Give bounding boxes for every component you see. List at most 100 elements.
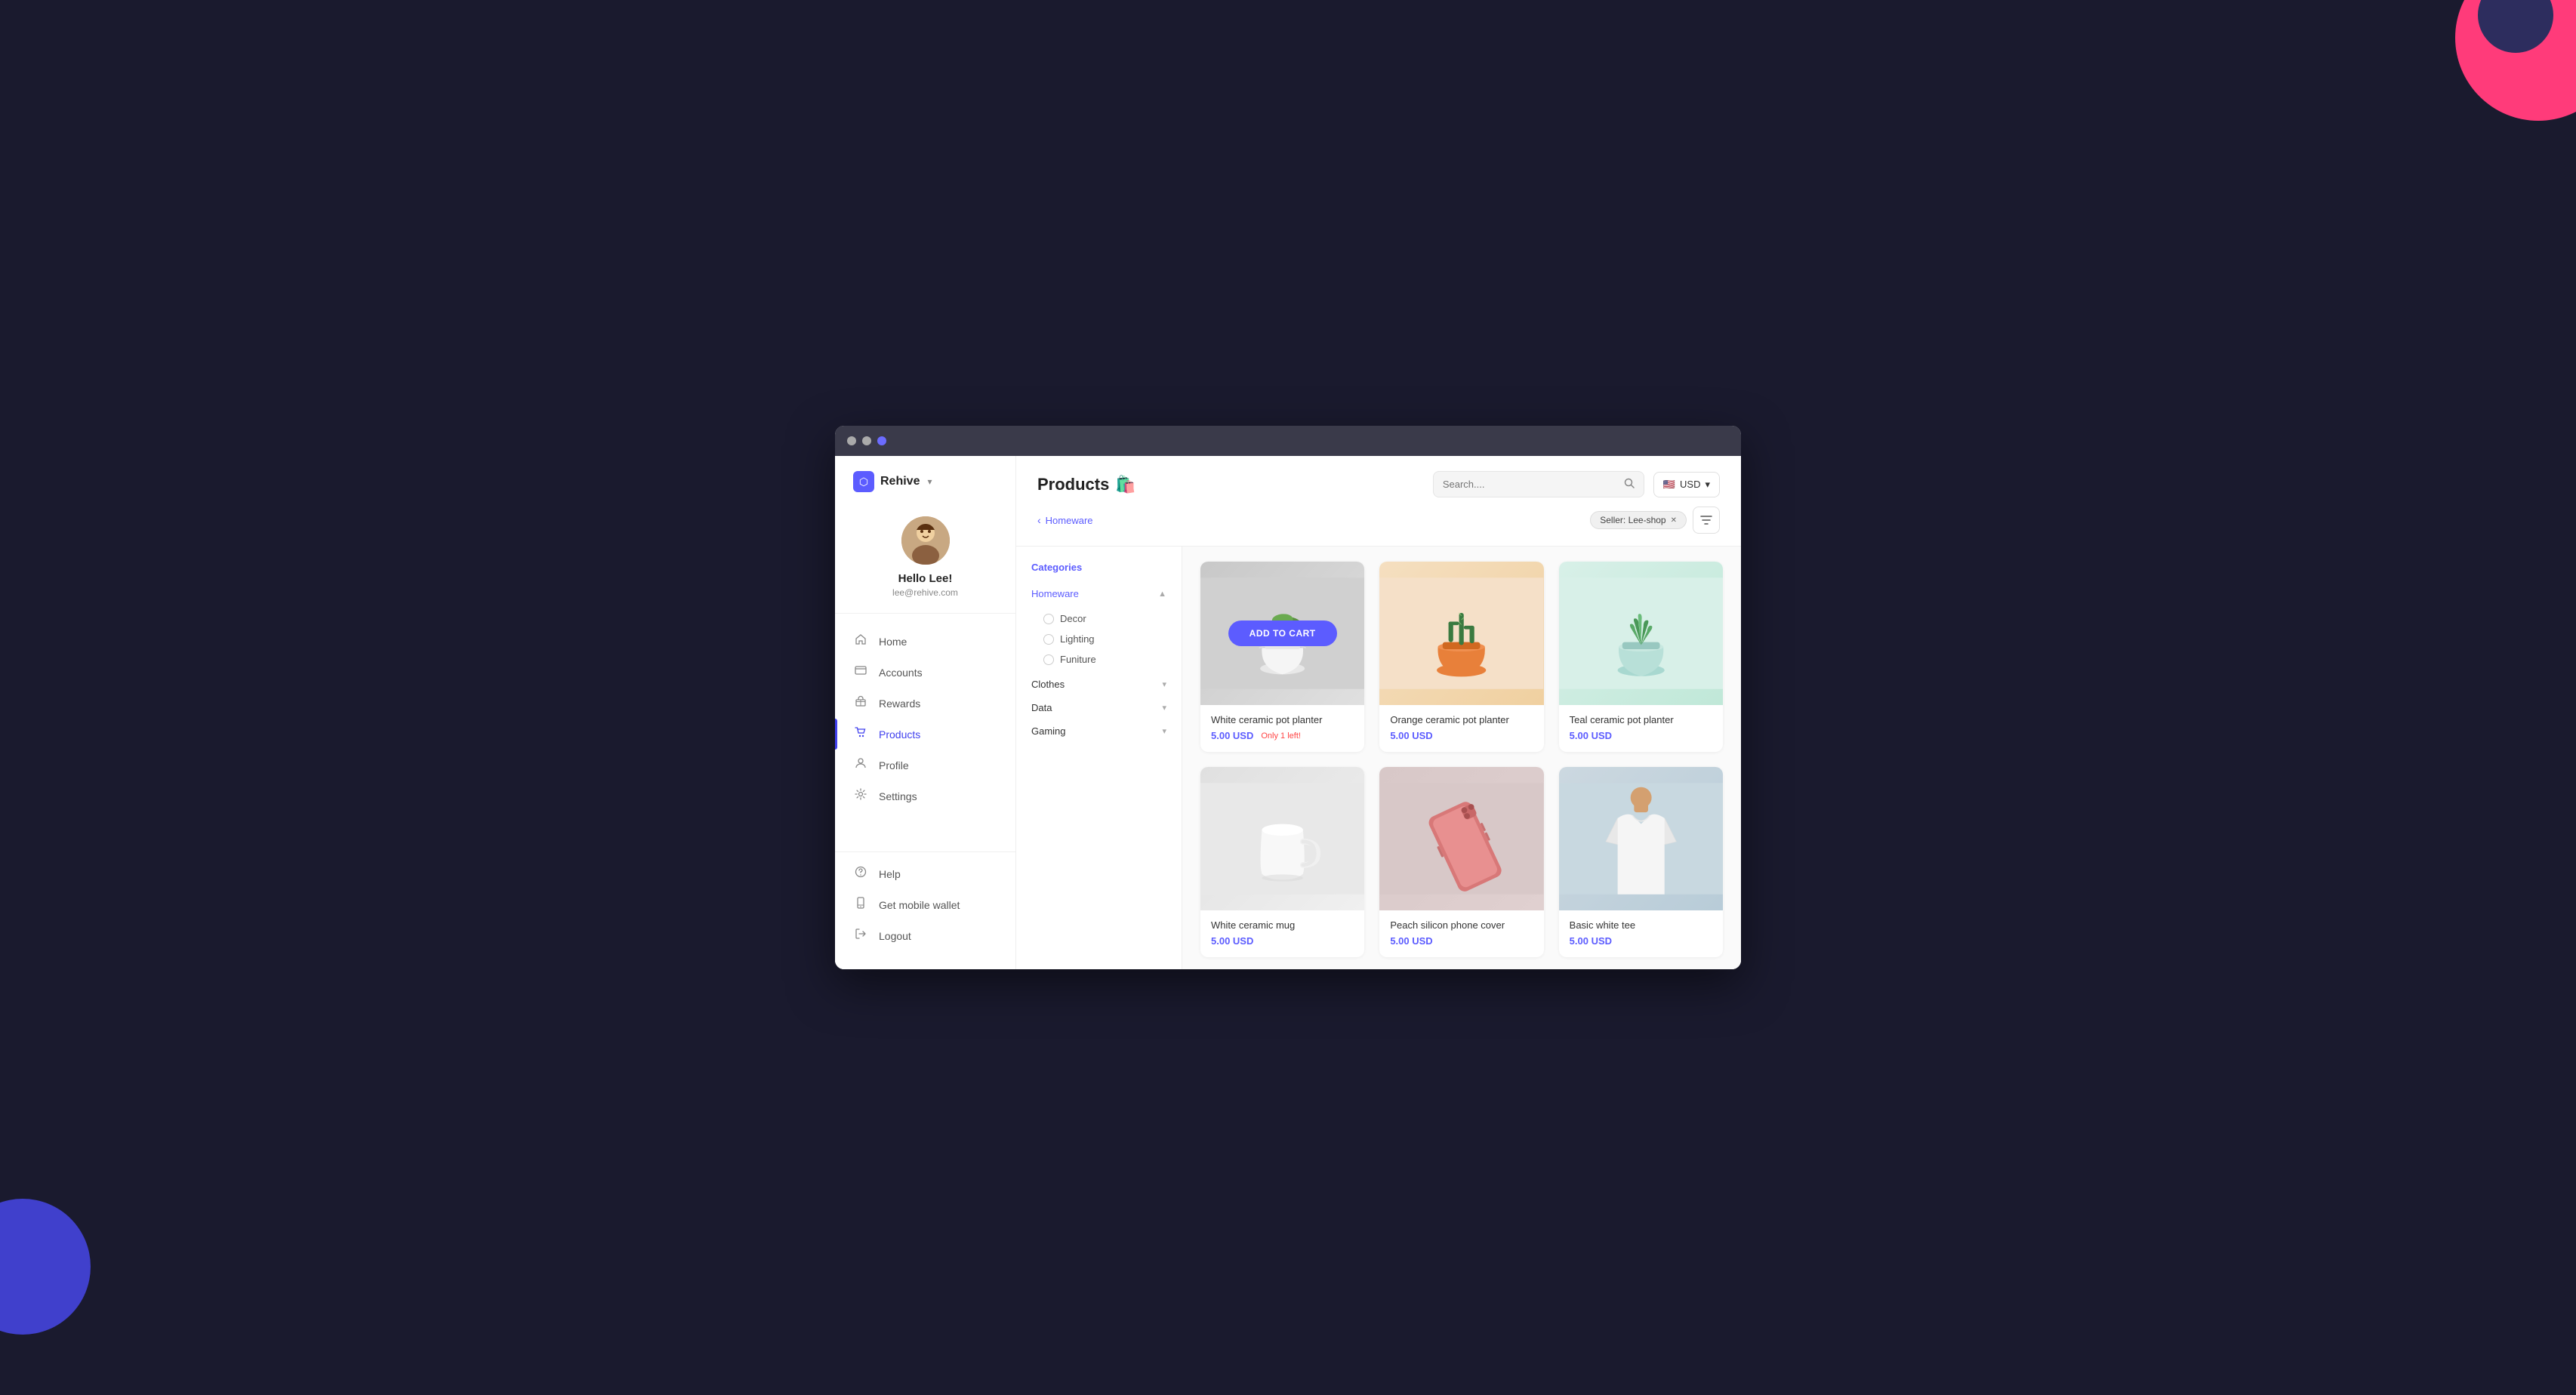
breadcrumb-homeware-link[interactable]: Homeware xyxy=(1046,515,1093,526)
mobile-wallet-icon xyxy=(853,897,868,913)
subcategory-lighting[interactable]: Lighting xyxy=(1016,629,1182,649)
product-name-white-mug: White ceramic mug xyxy=(1211,919,1354,931)
category-gaming-chevron-icon: ▾ xyxy=(1162,726,1166,736)
product-price-white-tee: 5.00 USD xyxy=(1570,935,1712,947)
product-name-white-pot: White ceramic pot planter xyxy=(1211,714,1354,725)
decorative-circle-blue xyxy=(0,1199,91,1335)
product-card-white-tee[interactable]: Basic white tee 5.00 USD xyxy=(1559,767,1723,957)
product-info-white-tee: Basic white tee 5.00 USD xyxy=(1559,910,1723,957)
currency-chevron-icon: ▾ xyxy=(1705,479,1710,491)
sidebar-item-products[interactable]: Products xyxy=(835,719,1015,750)
seller-filter-badge: Seller: Lee-shop ✕ xyxy=(1590,511,1687,529)
search-icon xyxy=(1624,478,1635,491)
search-input[interactable] xyxy=(1443,479,1618,490)
help-icon xyxy=(853,866,868,882)
sidebar-item-home[interactable]: Home xyxy=(835,626,1015,657)
radio-lighting[interactable] xyxy=(1043,634,1054,645)
category-clothes-label: Clothes xyxy=(1031,679,1065,690)
avatar xyxy=(901,516,950,565)
radio-funiture[interactable] xyxy=(1043,654,1054,665)
seller-badge-remove-button[interactable]: ✕ xyxy=(1671,516,1677,525)
orange-pot-image xyxy=(1379,562,1543,705)
sidebar-item-accounts[interactable]: Accounts xyxy=(835,657,1015,688)
product-stock-white-pot: Only 1 left! xyxy=(1261,731,1301,741)
sidebar-item-logout[interactable]: Logout xyxy=(835,920,1015,951)
subcategory-list-homeware: Decor Lighting Funiture xyxy=(1016,605,1182,673)
decorative-circle-pink xyxy=(2455,0,2576,121)
category-clothes-chevron-icon: ▾ xyxy=(1162,679,1166,689)
rewards-icon xyxy=(853,695,868,711)
category-clothes[interactable]: Clothes ▾ xyxy=(1016,673,1182,696)
profile-greeting: Hello Lee! xyxy=(898,572,953,585)
teal-pot-image xyxy=(1559,562,1723,705)
product-card-white-ceramic-pot[interactable]: ADD TO CART White ceramic pot planter 5.… xyxy=(1200,562,1364,752)
products-icon xyxy=(853,726,868,742)
category-homeware-label: Homeware xyxy=(1031,588,1079,599)
currency-label: USD xyxy=(1680,479,1700,490)
product-price-teal-pot: 5.00 USD xyxy=(1570,730,1712,741)
category-data-label: Data xyxy=(1031,702,1052,713)
page-title: Products 🛍️ xyxy=(1037,475,1136,494)
filter-button[interactable] xyxy=(1693,507,1720,534)
main-header: Products 🛍️ 🇺🇸 USD ▾ xyxy=(1016,456,1741,547)
category-gaming-label: Gaming xyxy=(1031,725,1066,737)
subcategory-decor[interactable]: Decor xyxy=(1016,608,1182,629)
category-data[interactable]: Data ▾ xyxy=(1016,696,1182,719)
product-image-teal-pot xyxy=(1559,562,1723,705)
product-card-peach-phone[interactable]: Peach silicon phone cover 5.00 USD xyxy=(1379,767,1543,957)
content-area: Categories Homeware ▲ Decor xyxy=(1016,547,1741,969)
sidebar-brand[interactable]: ⬡ Rehive ▾ xyxy=(835,456,1015,504)
breadcrumb-back-icon[interactable]: ‹ xyxy=(1037,514,1041,526)
rewards-label: Rewards xyxy=(879,698,920,710)
settings-icon xyxy=(853,788,868,804)
category-homeware[interactable]: Homeware ▲ xyxy=(1016,582,1182,605)
sidebar-item-profile[interactable]: Profile xyxy=(835,750,1015,781)
profile-label: Profile xyxy=(879,759,909,771)
product-image-white-pot: ADD TO CART xyxy=(1200,562,1364,705)
category-gaming[interactable]: Gaming ▾ xyxy=(1016,719,1182,743)
subcategory-decor-label: Decor xyxy=(1060,613,1086,624)
subcategory-lighting-label: Lighting xyxy=(1060,633,1095,645)
search-bar[interactable] xyxy=(1433,471,1644,497)
accounts-icon xyxy=(853,664,868,680)
product-info-peach-phone: Peach silicon phone cover 5.00 USD xyxy=(1379,910,1543,957)
product-name-white-tee: Basic white tee xyxy=(1570,919,1712,931)
header-top: Products 🛍️ 🇺🇸 USD ▾ xyxy=(1037,471,1720,497)
header-right: 🇺🇸 USD ▾ xyxy=(1433,471,1720,497)
logout-label: Logout xyxy=(879,930,911,942)
product-info-orange-pot: Orange ceramic pot planter 5.00 USD xyxy=(1379,705,1543,752)
products-grid-container: ADD TO CART White ceramic pot planter 5.… xyxy=(1182,547,1741,969)
sidebar-item-rewards[interactable]: Rewards xyxy=(835,688,1015,719)
home-icon xyxy=(853,633,868,649)
radio-decor[interactable] xyxy=(1043,614,1054,624)
flag-icon: 🇺🇸 xyxy=(1663,479,1675,491)
subcategory-funiture[interactable]: Funiture xyxy=(1016,649,1182,670)
categories-title: Categories xyxy=(1016,562,1182,582)
sidebar-bottom-nav: Help Get mobile wallet Logout xyxy=(835,851,1015,957)
add-to-cart-white-pot-button[interactable]: ADD TO CART xyxy=(1228,621,1337,646)
sidebar-item-settings[interactable]: Settings xyxy=(835,781,1015,811)
currency-selector[interactable]: 🇺🇸 USD ▾ xyxy=(1653,472,1720,497)
window-dot-3 xyxy=(877,436,886,445)
product-info-white-mug: White ceramic mug 5.00 USD xyxy=(1200,910,1364,957)
brand-icon: ⬡ xyxy=(853,471,874,492)
profile-email: lee@rehive.com xyxy=(892,587,958,598)
product-image-white-tee xyxy=(1559,767,1723,910)
profile-icon xyxy=(853,757,868,773)
sidebar-item-help[interactable]: Help xyxy=(835,858,1015,889)
page-title-emoji: 🛍️ xyxy=(1115,475,1135,494)
category-homeware-chevron-icon: ▲ xyxy=(1158,590,1166,599)
product-image-white-mug xyxy=(1200,767,1364,910)
sidebar-item-mobile-wallet[interactable]: Get mobile wallet xyxy=(835,889,1015,920)
product-card-orange-ceramic-pot[interactable]: Orange ceramic pot planter 5.00 USD xyxy=(1379,562,1543,752)
window-dot-1 xyxy=(847,436,856,445)
product-card-white-mug[interactable]: White ceramic mug 5.00 USD xyxy=(1200,767,1364,957)
sidebar-nav: Home Accounts Rewards xyxy=(835,614,1015,851)
product-price-white-mug: 5.00 USD xyxy=(1211,935,1354,947)
products-grid: ADD TO CART White ceramic pot planter 5.… xyxy=(1200,562,1723,957)
peach-phone-image xyxy=(1379,767,1543,910)
browser-titlebar xyxy=(835,426,1741,456)
product-card-teal-ceramic-pot[interactable]: Teal ceramic pot planter 5.00 USD xyxy=(1559,562,1723,752)
browser-window: ⬡ Rehive ▾ xyxy=(835,426,1741,969)
categories-panel: Categories Homeware ▲ Decor xyxy=(1016,547,1182,969)
